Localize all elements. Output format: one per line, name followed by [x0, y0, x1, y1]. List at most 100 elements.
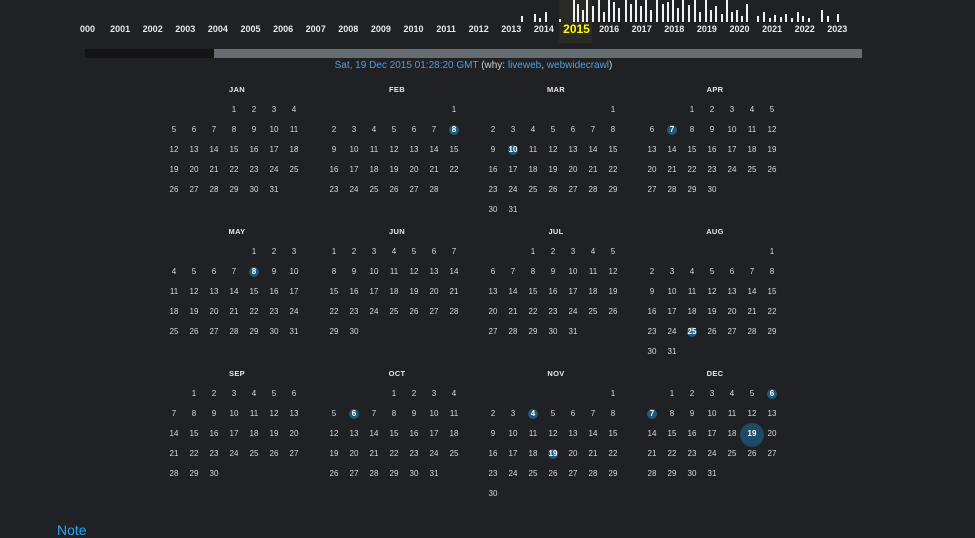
calendar-day: 16 [687, 429, 697, 438]
year-2008[interactable]: 2008 [332, 24, 365, 34]
year-2022[interactable]: 2022 [788, 24, 821, 34]
year-000[interactable]: 000 [71, 24, 104, 34]
capture-histogram[interactable] [85, 0, 862, 22]
capture-day[interactable]: 25 [682, 326, 702, 338]
histogram-bar[interactable] [769, 18, 771, 22]
histogram-bar[interactable] [573, 0, 575, 22]
capture-day[interactable]: 6 [344, 408, 364, 420]
histogram-bar[interactable] [635, 0, 637, 22]
histogram-bar[interactable] [710, 10, 712, 22]
histogram-bar[interactable] [741, 16, 743, 22]
year-2018[interactable]: 2018 [658, 24, 691, 34]
histogram-bar[interactable] [667, 2, 669, 22]
year-2023[interactable]: 2023 [821, 24, 854, 34]
histogram-bar[interactable] [682, 0, 684, 22]
year-2006[interactable]: 2006 [267, 24, 300, 34]
year-2001[interactable]: 2001 [104, 24, 137, 34]
webwidecrawl-link[interactable]: webwidecrawl [547, 60, 609, 71]
liveweb-link[interactable]: liveweb [508, 60, 541, 71]
histogram-bar[interactable] [539, 18, 541, 22]
capture-day[interactable]: 7 [642, 408, 662, 420]
histogram-bar[interactable] [586, 0, 588, 22]
capture-day[interactable]: 8 [244, 266, 264, 278]
calendar-day: 5 [191, 267, 197, 276]
histogram-bar[interactable] [774, 15, 776, 22]
year-2013[interactable]: 2013 [495, 24, 528, 34]
histogram-bar[interactable] [598, 0, 600, 22]
histogram-bar[interactable] [731, 12, 733, 22]
calendar-day: 14 [209, 145, 219, 154]
histogram-bar[interactable] [592, 6, 594, 22]
year-2009[interactable]: 2009 [364, 24, 397, 34]
histogram-bar[interactable] [677, 8, 679, 22]
year-timeline: 000 2001 2002 2003 2004 2005 2006 2007 2008 2009 2… [80, 22, 862, 40]
histogram-bar[interactable] [721, 14, 723, 22]
histogram-bar[interactable] [821, 10, 823, 22]
histogram-bar[interactable] [757, 16, 759, 22]
year-2020[interactable]: 2020 [723, 24, 756, 34]
histogram-bar[interactable] [662, 4, 664, 22]
histogram-bar[interactable] [808, 18, 810, 22]
histogram-bar[interactable] [582, 10, 584, 22]
histogram-bar[interactable] [672, 0, 674, 22]
histogram-bar[interactable] [726, 0, 728, 22]
histogram-bar[interactable] [715, 6, 717, 22]
year-2005[interactable]: 2005 [234, 24, 267, 34]
year-2010[interactable]: 2010 [397, 24, 430, 34]
year-2015[interactable]: 2015 [560, 22, 593, 36]
year-2017[interactable]: 2017 [625, 24, 658, 34]
calendar-day: 7 [211, 125, 217, 134]
histogram-bar[interactable] [694, 0, 696, 22]
histogram-bar[interactable] [780, 17, 782, 22]
histogram-bar[interactable] [791, 18, 793, 22]
histogram-bar[interactable] [618, 8, 620, 22]
calendar-day: 5 [709, 267, 715, 276]
calendar-day: 16 [249, 145, 259, 154]
histogram-bar[interactable] [802, 16, 804, 22]
year-2011[interactable]: 2011 [430, 24, 463, 34]
histogram-bar[interactable] [763, 12, 765, 22]
histogram-bar[interactable] [534, 14, 536, 22]
histogram-bar[interactable] [545, 12, 547, 22]
year-2002[interactable]: 2002 [136, 24, 169, 34]
histogram-bar[interactable] [603, 12, 605, 22]
histogram-bar[interactable] [650, 10, 652, 22]
capture-day[interactable]: 4 [523, 408, 543, 420]
histogram-bar[interactable] [645, 0, 647, 22]
histogram-bar[interactable] [785, 14, 787, 22]
timeline-scrollbar[interactable] [85, 49, 862, 58]
year-2004[interactable]: 2004 [201, 24, 234, 34]
year-2012[interactable]: 2012 [462, 24, 495, 34]
histogram-bar[interactable] [837, 14, 839, 22]
year-2021[interactable]: 2021 [756, 24, 789, 34]
histogram-bar[interactable] [705, 0, 707, 22]
capture-day[interactable]: 7 [662, 124, 682, 136]
capture-day[interactable]: 10 [503, 144, 523, 156]
year-2014[interactable]: 2014 [527, 24, 560, 34]
histogram-bar[interactable] [608, 0, 610, 22]
timeline-scrollbar-thumb[interactable] [214, 49, 862, 58]
histogram-bar[interactable] [613, 2, 615, 22]
histogram-bar[interactable] [688, 5, 690, 22]
histogram-bar[interactable] [656, 0, 658, 22]
histogram-bar[interactable] [640, 6, 642, 22]
year-2007[interactable]: 2007 [299, 24, 332, 34]
capture-day[interactable]: 19 [543, 448, 563, 460]
calendar-day: 11 [727, 409, 737, 418]
histogram-bar[interactable] [746, 4, 748, 22]
histogram-bar[interactable] [827, 16, 829, 22]
histogram-bar[interactable] [797, 12, 799, 22]
histogram-bar[interactable] [736, 10, 738, 22]
note-heading[interactable]: Note [57, 522, 87, 538]
year-2016[interactable]: 2016 [593, 24, 626, 34]
histogram-bar[interactable] [699, 12, 701, 22]
capture-day[interactable]: 19 [740, 423, 764, 447]
histogram-bar[interactable] [521, 16, 523, 22]
capture-day[interactable]: 6 [762, 388, 782, 400]
year-2019[interactable]: 2019 [690, 24, 723, 34]
year-2003[interactable]: 2003 [169, 24, 202, 34]
capture-day[interactable]: 8 [444, 124, 464, 136]
histogram-bar[interactable] [625, 0, 627, 22]
histogram-bar[interactable] [577, 4, 579, 22]
histogram-bar[interactable] [630, 4, 632, 22]
